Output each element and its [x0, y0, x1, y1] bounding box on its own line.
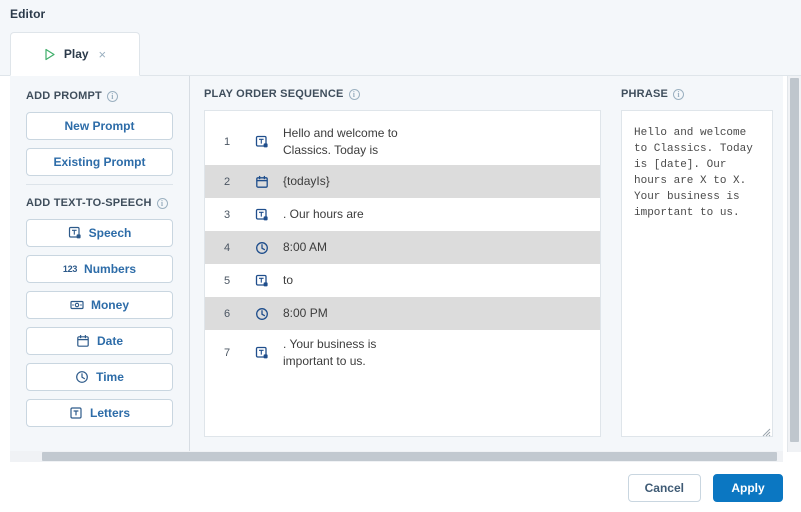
- existing-prompt-button[interactable]: Existing Prompt: [26, 148, 173, 176]
- sequence-row[interactable]: 5 to: [205, 264, 600, 297]
- phrase-heading-label: PHRASE: [621, 88, 668, 100]
- tab-strip: Play ×: [0, 28, 801, 76]
- date-label: Date: [97, 334, 123, 348]
- sequence-row-text: to: [275, 272, 293, 289]
- info-icon[interactable]: i: [157, 198, 168, 209]
- phrase-section: PHRASE i: [615, 76, 783, 451]
- info-icon[interactable]: i: [673, 89, 684, 100]
- sequence-row-text: 8:00 AM: [275, 239, 327, 256]
- sequence-row-text: Hello and welcome to Classics. Today is: [275, 125, 398, 159]
- cancel-button-label: Cancel: [645, 481, 684, 495]
- numbers-123-icon: 123: [63, 264, 77, 274]
- close-icon[interactable]: ×: [99, 48, 107, 61]
- sequence-row-number: 1: [205, 136, 249, 148]
- date-button[interactable]: Date: [26, 327, 173, 355]
- play-order-sequence-section: PLAY ORDER SEQUENCE i 1 Hello and welcom…: [190, 76, 615, 451]
- apply-button-label: Apply: [731, 481, 764, 495]
- letters-t-icon: [69, 406, 83, 420]
- cancel-button[interactable]: Cancel: [628, 474, 701, 502]
- sequence-row-number: 4: [205, 242, 249, 254]
- sequence-row[interactable]: 2 {todayIs}: [205, 165, 600, 198]
- window-header: Editor: [0, 0, 801, 28]
- phrase-textarea[interactable]: [621, 110, 773, 437]
- sequence-row-number: 6: [205, 308, 249, 320]
- sequence-heading-label: PLAY ORDER SEQUENCE: [204, 88, 344, 100]
- editor-body: ADD PROMPT i New Prompt Existing Prompt …: [0, 76, 801, 464]
- time-label: Time: [96, 370, 124, 384]
- speech-text-icon: [249, 274, 275, 288]
- info-icon[interactable]: i: [107, 91, 118, 102]
- money-label: Money: [91, 298, 129, 312]
- horizontal-scrollbar[interactable]: [10, 451, 783, 462]
- speech-text-icon: [249, 135, 275, 149]
- existing-prompt-label: Existing Prompt: [53, 155, 145, 169]
- add-prompt-heading: ADD PROMPT i: [26, 90, 173, 102]
- tts-button-group: Speech 123 Numbers Money: [26, 219, 173, 427]
- vertical-scrollbar-thumb[interactable]: [790, 78, 799, 442]
- add-tts-heading-label: ADD TEXT-TO-SPEECH: [26, 197, 152, 209]
- sequence-row-number: 2: [205, 176, 249, 188]
- sequence-row[interactable]: 1 Hello and welcome to Classics. Today i…: [205, 119, 600, 165]
- sequence-row[interactable]: 3 . Our hours are: [205, 198, 600, 231]
- sequence-row[interactable]: 6 8:00 PM: [205, 297, 600, 330]
- money-banknote-icon: [70, 298, 84, 312]
- phrase-heading: PHRASE i: [621, 88, 773, 100]
- sequence-row-text: {todayIs}: [275, 173, 330, 190]
- sequence-list[interactable]: 1 Hello and welcome to Classics. Today i…: [204, 110, 601, 437]
- clock-icon: [249, 307, 275, 321]
- money-button[interactable]: Money: [26, 291, 173, 319]
- new-prompt-label: New Prompt: [64, 119, 134, 133]
- add-prompt-heading-label: ADD PROMPT: [26, 90, 102, 102]
- dialog-footer: Cancel Apply: [0, 464, 801, 512]
- numbers-label: Numbers: [84, 262, 136, 276]
- new-prompt-button[interactable]: New Prompt: [26, 112, 173, 140]
- speech-label: Speech: [89, 226, 132, 240]
- sidebar: ADD PROMPT i New Prompt Existing Prompt …: [10, 76, 190, 451]
- add-tts-heading: ADD TEXT-TO-SPEECH i: [26, 197, 173, 209]
- page-title: Editor: [10, 7, 45, 21]
- speech-text-icon: [249, 208, 275, 222]
- sequence-row[interactable]: 7 . Your business is important to us.: [205, 330, 600, 376]
- tab-play-label: Play: [64, 47, 89, 61]
- clock-icon: [249, 241, 275, 255]
- vertical-scrollbar[interactable]: [787, 76, 801, 452]
- tab-play[interactable]: Play ×: [10, 32, 140, 76]
- sequence-heading: PLAY ORDER SEQUENCE i: [204, 88, 601, 100]
- play-triangle-icon: [44, 48, 56, 61]
- speech-text-icon: [249, 346, 275, 360]
- letters-button[interactable]: Letters: [26, 399, 173, 427]
- sequence-row-text: . Our hours are: [275, 206, 364, 223]
- sequence-row-text: 8:00 PM: [275, 305, 328, 322]
- speech-button[interactable]: Speech: [26, 219, 173, 247]
- sequence-row-text: . Your business is important to us.: [275, 336, 376, 370]
- clock-icon: [75, 370, 89, 384]
- sequence-row-number: 3: [205, 209, 249, 221]
- info-icon[interactable]: i: [349, 89, 360, 100]
- speech-text-icon: [68, 226, 82, 240]
- editor-panel: ADD PROMPT i New Prompt Existing Prompt …: [10, 76, 783, 452]
- sequence-row[interactable]: 4 8:00 AM: [205, 231, 600, 264]
- sequence-row-number: 7: [205, 347, 249, 359]
- phrase-input-wrapper: [621, 110, 773, 437]
- numbers-button[interactable]: 123 Numbers: [26, 255, 173, 283]
- calendar-icon: [249, 175, 275, 189]
- time-button[interactable]: Time: [26, 363, 173, 391]
- calendar-icon: [76, 334, 90, 348]
- sidebar-divider: [26, 184, 173, 185]
- sequence-row-number: 5: [205, 275, 249, 287]
- horizontal-scrollbar-thumb[interactable]: [42, 452, 777, 461]
- letters-label: Letters: [90, 406, 130, 420]
- apply-button[interactable]: Apply: [713, 474, 783, 502]
